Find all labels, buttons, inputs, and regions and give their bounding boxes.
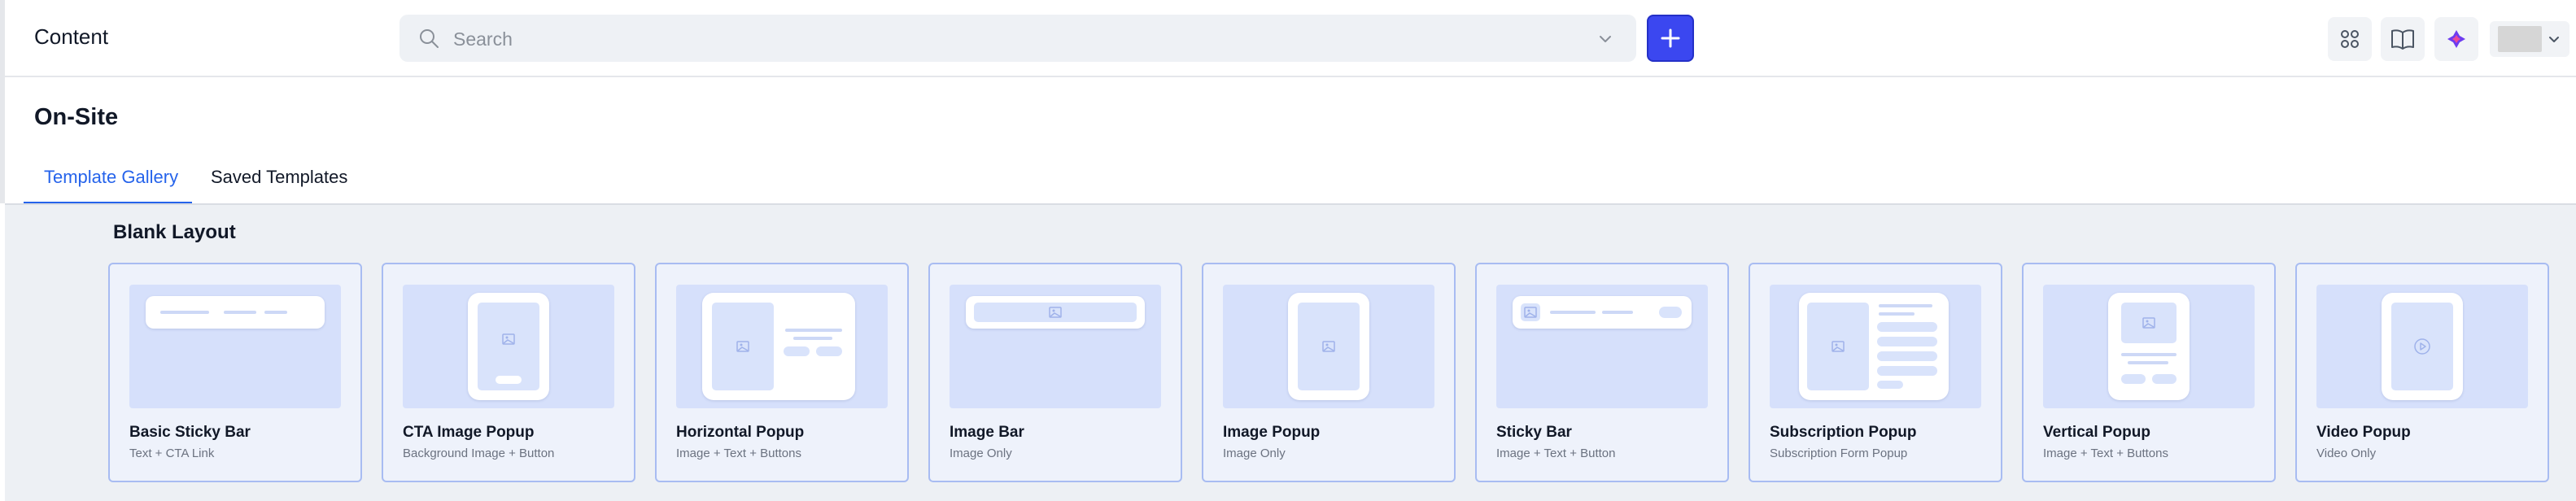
section-title: Blank Layout bbox=[113, 221, 236, 243]
template-preview bbox=[2316, 285, 2528, 408]
card-title: Basic Sticky Bar bbox=[129, 424, 251, 441]
search-icon bbox=[420, 29, 439, 48]
template-card-horizontal-popup[interactable]: Horizontal Popup Image + Text + Buttons bbox=[655, 263, 909, 482]
chevron-down-icon bbox=[2549, 37, 2559, 42]
left-divider bbox=[0, 0, 5, 203]
card-subtitle: Image + Text + Buttons bbox=[676, 447, 801, 460]
image-icon bbox=[1049, 307, 1062, 318]
card-subtitle: Subscription Form Popup bbox=[1770, 447, 1908, 460]
sparkle-icon bbox=[2447, 30, 2465, 48]
page-title: On-Site bbox=[34, 104, 119, 130]
template-card-cta-image-popup[interactable]: CTA Image Popup Background Image + Butto… bbox=[382, 263, 635, 482]
card-title: CTA Image Popup bbox=[403, 424, 535, 441]
card-title: Horizontal Popup bbox=[676, 424, 805, 441]
assistant-button[interactable] bbox=[2434, 17, 2478, 61]
card-subtitle: Image Only bbox=[950, 447, 1012, 460]
avatar bbox=[2498, 26, 2542, 52]
apps-grid-button[interactable] bbox=[2328, 17, 2372, 61]
template-card-image-bar[interactable]: Image Bar Image Only bbox=[928, 263, 1182, 482]
template-card-vertical-popup[interactable]: Vertical Popup Image + Text + Buttons bbox=[2022, 263, 2276, 482]
tab-saved-templates[interactable]: Saved Templates bbox=[211, 167, 347, 188]
search-bar[interactable]: Search bbox=[399, 15, 1636, 62]
search-input[interactable]: Search bbox=[453, 28, 513, 50]
plus-icon bbox=[1661, 28, 1680, 48]
card-title: Video Popup bbox=[2316, 424, 2411, 441]
card-subtitle: Image Only bbox=[1223, 447, 1286, 460]
grid-icon bbox=[2341, 30, 2359, 48]
app-title: Content bbox=[34, 24, 109, 49]
card-subtitle: Image + Text + Button bbox=[1496, 447, 1616, 460]
template-card-sticky-bar[interactable]: Sticky Bar Image + Text + Button bbox=[1475, 263, 1729, 482]
image-icon bbox=[736, 341, 749, 352]
tab-template-gallery[interactable]: Template Gallery bbox=[44, 167, 178, 188]
template-preview bbox=[1770, 285, 1981, 408]
template-preview bbox=[676, 285, 888, 408]
template-preview bbox=[950, 285, 1161, 408]
add-button[interactable] bbox=[1647, 15, 1694, 62]
template-card-video-popup[interactable]: Video Popup Video Only bbox=[2295, 263, 2549, 482]
image-icon bbox=[502, 333, 515, 345]
account-menu[interactable] bbox=[2490, 21, 2569, 57]
template-preview bbox=[1223, 285, 1434, 408]
card-subtitle: Text + CTA Link bbox=[129, 447, 215, 460]
book-icon bbox=[2391, 29, 2414, 50]
card-title: Image Popup bbox=[1223, 424, 1321, 441]
template-card-subscription-popup[interactable]: Subscription Popup Subscription Form Pop… bbox=[1749, 263, 2002, 482]
card-title: Subscription Popup bbox=[1770, 424, 1917, 441]
card-title: Sticky Bar bbox=[1496, 424, 1572, 441]
card-subtitle: Background Image + Button bbox=[403, 447, 555, 460]
image-icon bbox=[1832, 341, 1845, 352]
docs-button[interactable] bbox=[2381, 17, 2425, 61]
card-subtitle: Image + Text + Buttons bbox=[2043, 447, 2168, 460]
template-preview bbox=[129, 285, 341, 408]
card-subtitle: Video Only bbox=[2316, 447, 2377, 460]
template-card-image-popup[interactable]: Image Popup Image Only bbox=[1202, 263, 1456, 482]
image-icon bbox=[1524, 307, 1537, 318]
template-preview bbox=[403, 285, 614, 408]
image-icon bbox=[1322, 341, 1335, 352]
card-title: Vertical Popup bbox=[2043, 424, 2150, 441]
template-card-basic-sticky-bar[interactable]: Basic Sticky Bar Text + CTA Link bbox=[108, 263, 362, 482]
play-icon bbox=[2414, 338, 2430, 355]
chevron-down-icon[interactable] bbox=[1597, 31, 1613, 47]
template-preview bbox=[1496, 285, 1708, 408]
image-icon bbox=[2142, 317, 2155, 329]
template-preview bbox=[2043, 285, 2255, 408]
card-title: Image Bar bbox=[950, 424, 1024, 441]
